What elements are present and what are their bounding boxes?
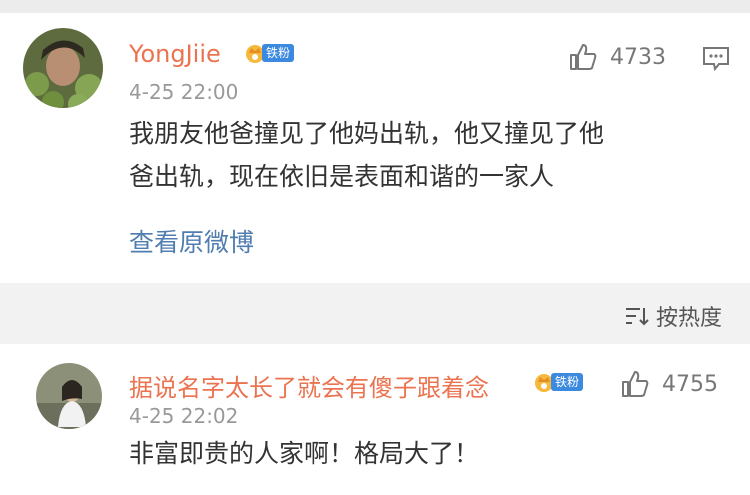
- like-count: 4733: [610, 44, 666, 70]
- comment-card: YongJiie 铁粉 4733 4-25 22:00 我朋友他爸撞见了他妈出轨…: [0, 13, 750, 283]
- like-button[interactable]: 4755: [620, 369, 718, 399]
- like-button[interactable]: 4733: [568, 42, 666, 72]
- comment-text: 我朋友他爸撞见了他妈出轨，他又撞见了他 爸出轨，现在依旧是表面和谐的一家人: [129, 119, 605, 191]
- thumbs-up-icon: [570, 44, 597, 70]
- fan-badge[interactable]: 铁粉: [533, 371, 584, 393]
- username[interactable]: YongJiie: [129, 40, 221, 68]
- top-divider: [0, 0, 750, 13]
- reply-icon[interactable]: [702, 46, 730, 72]
- avatar[interactable]: [36, 363, 102, 429]
- sort-by-hot-button[interactable]: 按热度: [624, 300, 722, 332]
- comment-text: 非富即贵的人家啊！格局大了！: [129, 439, 480, 468]
- view-original-link[interactable]: 查看原微博: [129, 223, 254, 259]
- timestamp: 4-25 22:02: [129, 404, 239, 428]
- badge-label: 铁粉: [262, 44, 295, 62]
- comment-card: 据说名字太长了就会有傻子跟着念 铁粉 4755 4-25 22:02 非富即贵的…: [0, 344, 750, 495]
- like-count: 4755: [662, 371, 718, 397]
- fan-badge[interactable]: 铁粉: [244, 42, 295, 64]
- username[interactable]: 据说名字太长了就会有傻子跟着念: [129, 368, 489, 403]
- sort-icon: [625, 308, 649, 326]
- sort-label: 按热度: [655, 306, 722, 331]
- avatar[interactable]: [23, 28, 103, 108]
- timestamp: 4-25 22:00: [129, 80, 239, 104]
- thumbs-up-icon: [622, 371, 649, 397]
- badge-label: 铁粉: [551, 373, 584, 391]
- sort-bar: 按热度: [0, 283, 750, 344]
